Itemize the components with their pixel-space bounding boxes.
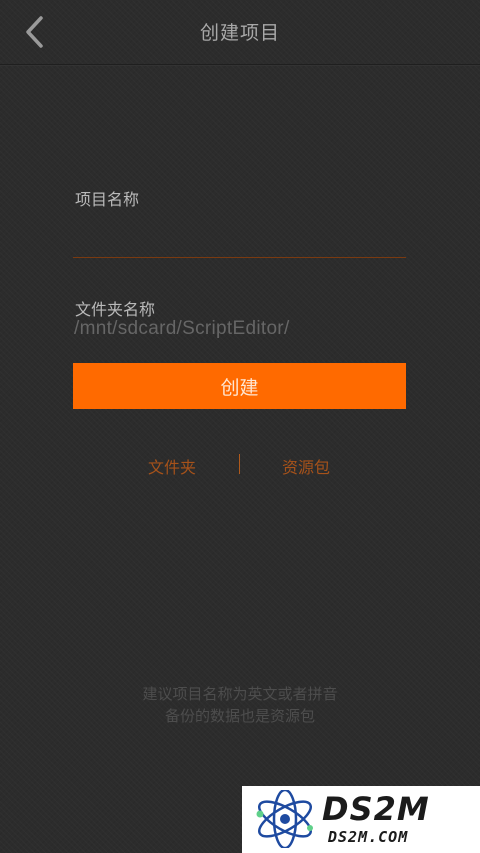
folder-link[interactable]: 文件夹 — [148, 454, 196, 478]
header-bar: 创建项目 — [0, 0, 480, 65]
link-row: 文件夹 资源包 — [0, 452, 480, 478]
watermark-logo-text: DS2M — [322, 790, 430, 828]
create-button[interactable]: 创建 — [73, 363, 406, 409]
project-name-input[interactable] — [73, 222, 406, 258]
resource-pack-link[interactable]: 资源包 — [282, 454, 330, 478]
link-divider — [239, 454, 240, 474]
page-title: 创建项目 — [199, 22, 280, 44]
folder-path-text: /mnt/sdcard/ScriptEditor/ — [74, 318, 290, 339]
project-name-label: 项目名称 — [75, 190, 140, 209]
watermark-logo: DS2M DS2M.COM — [242, 786, 480, 853]
watermark-sub-text: DS2M.COM — [328, 828, 409, 846]
hint-line-1: 建议项目名称为英文或者拼音 — [142, 685, 338, 703]
atom-icon — [256, 790, 313, 848]
folder-name-label: 文件夹名称 — [75, 300, 156, 319]
hint-line-2: 备份的数据也是资源包 — [164, 707, 315, 725]
